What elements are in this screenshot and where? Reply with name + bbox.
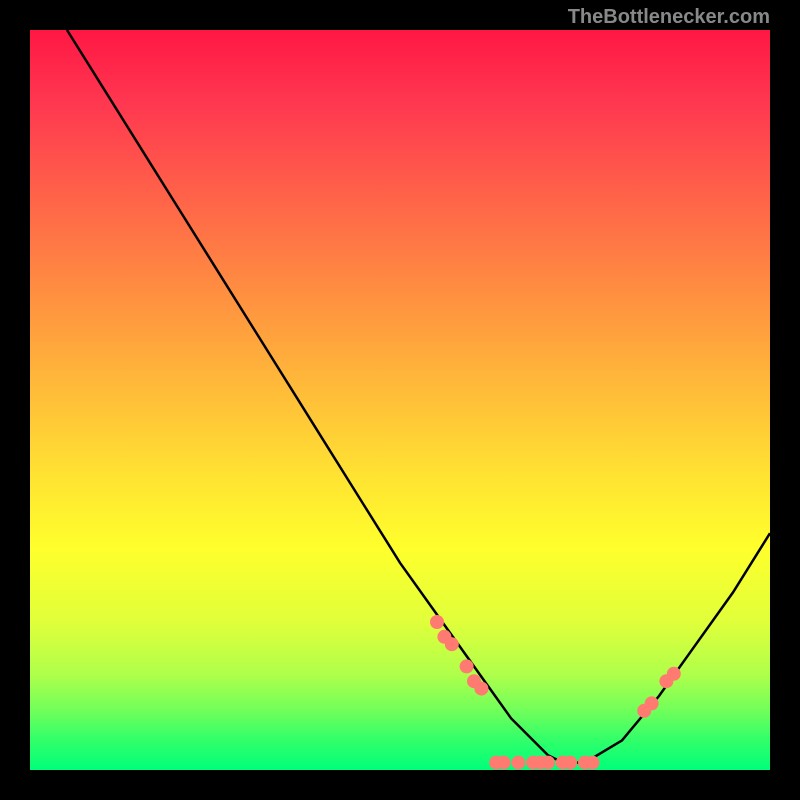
data-point bbox=[563, 756, 577, 770]
chart-container: TheBottlenecker.com bbox=[0, 0, 800, 800]
data-point bbox=[474, 682, 488, 696]
bottleneck-curve bbox=[67, 30, 770, 763]
data-points bbox=[430, 615, 681, 770]
data-point bbox=[460, 659, 474, 673]
data-point bbox=[445, 637, 459, 651]
data-point bbox=[511, 756, 525, 770]
data-point bbox=[430, 615, 444, 629]
attribution-text: TheBottlenecker.com bbox=[568, 6, 770, 29]
data-point bbox=[497, 756, 511, 770]
data-point bbox=[541, 756, 555, 770]
chart-svg bbox=[30, 30, 770, 770]
plot-area bbox=[30, 30, 770, 770]
data-point bbox=[585, 756, 599, 770]
data-point bbox=[667, 667, 681, 681]
data-point bbox=[645, 696, 659, 710]
